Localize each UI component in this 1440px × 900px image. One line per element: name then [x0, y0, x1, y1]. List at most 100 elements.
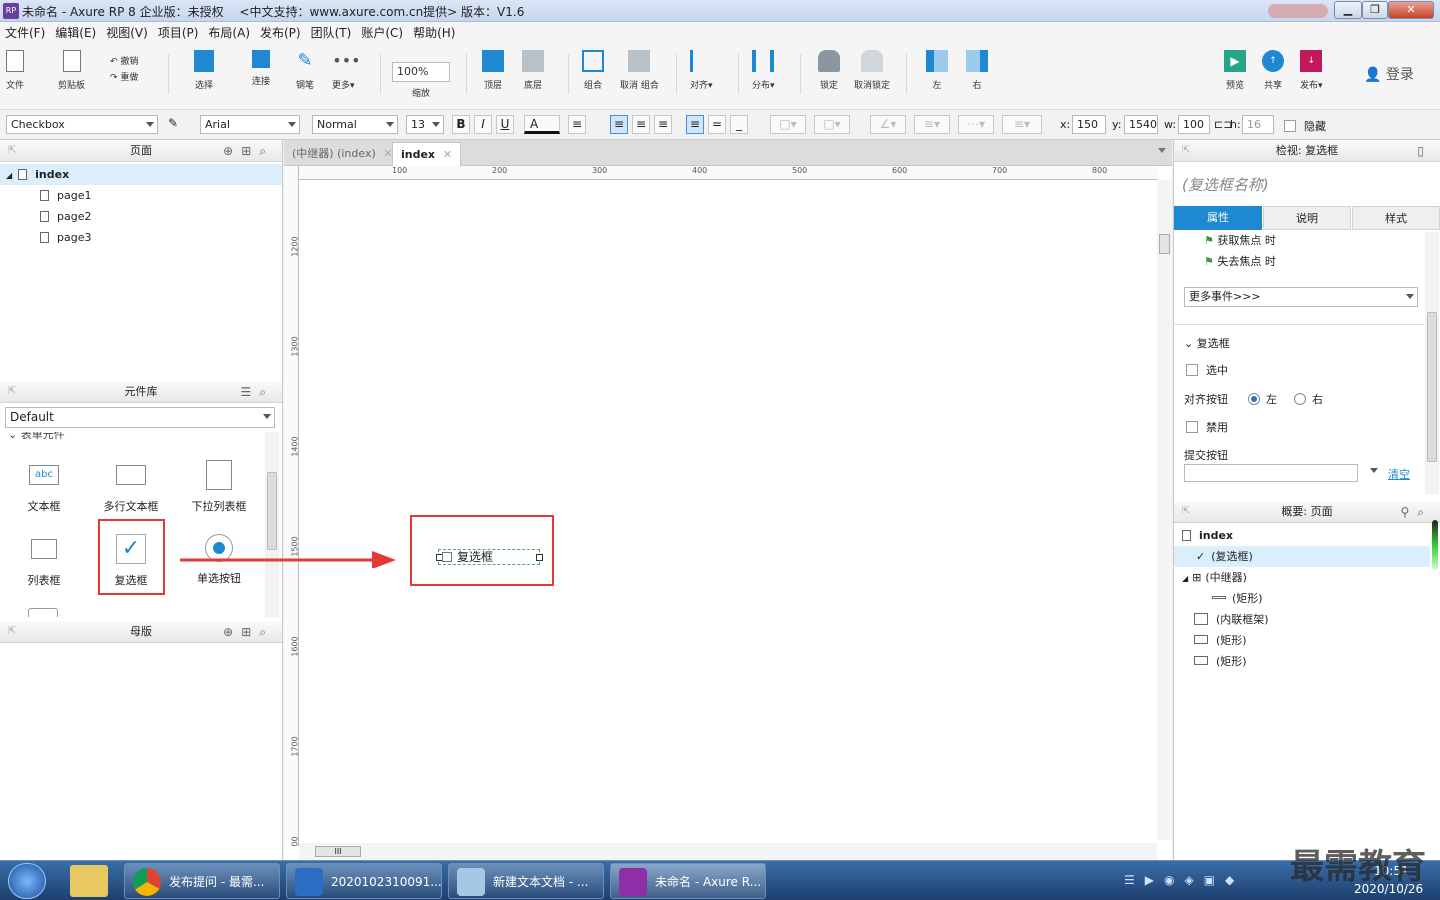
menu-edit[interactable]: 编辑(E): [50, 22, 101, 44]
outline-item-index[interactable]: index: [1182, 525, 1233, 546]
y-input[interactable]: 1540: [1124, 115, 1158, 134]
fill-color-button[interactable]: □▾: [770, 115, 806, 134]
ungroup-button[interactable]: 取消 组合: [620, 50, 659, 91]
zoom-select[interactable]: 100%: [392, 62, 450, 82]
taskbar-word[interactable]: 2020102310091...: [286, 863, 442, 899]
tab-index[interactable]: index ✕: [392, 142, 462, 166]
event-blur[interactable]: ⚑ 失去焦点 时: [1204, 253, 1276, 269]
minimize-button[interactable]: ▁: [1334, 1, 1362, 19]
widget-textarea[interactable]: 多行文本框: [91, 460, 171, 514]
unlock-button[interactable]: 取消锁定: [854, 50, 890, 91]
tab-repeater[interactable]: (中继器) (index) ✕: [284, 142, 400, 166]
taskbar-chrome[interactable]: 发布提问 - 最需...: [124, 863, 280, 899]
menu-file[interactable]: 文件(F): [0, 22, 50, 44]
library-header-icons[interactable]: ☰⌕: [241, 381, 274, 403]
line-style-button[interactable]: ⋯▾: [958, 115, 994, 134]
submit-button-input[interactable]: [1184, 464, 1358, 482]
taskbar-notepad[interactable]: 新建文本文档 - ...: [448, 863, 604, 899]
tray-icons[interactable]: ☰▶◉◈▣◆: [1124, 873, 1304, 889]
tab-style[interactable]: 样式: [1352, 206, 1440, 230]
shadow-button[interactable]: □▾: [814, 115, 850, 134]
disabled-option[interactable]: 禁用: [1186, 419, 1228, 435]
outline-item-iframe[interactable]: (内联框架): [1194, 609, 1269, 630]
more-tools-button[interactable]: ••• 更多▾: [332, 50, 361, 91]
underline-button[interactable]: U: [496, 115, 514, 134]
font-style-select[interactable]: Normal: [312, 115, 398, 134]
pin-icon[interactable]: ⇱: [8, 381, 16, 403]
font-color-button[interactable]: A: [524, 115, 560, 134]
tab-properties[interactable]: 属性: [1174, 206, 1262, 230]
widget-dropdown[interactable]: 下拉列表框: [179, 460, 259, 514]
page-item-index[interactable]: ◢ index: [0, 164, 282, 185]
file-button[interactable]: 文件: [6, 50, 24, 91]
line-color-button[interactable]: ∠▾: [870, 115, 906, 134]
outline-item-checkbox[interactable]: ✓ (复选框): [1174, 546, 1430, 567]
x-input[interactable]: 150: [1072, 115, 1106, 134]
widget-textbox[interactable]: abc 文本框: [4, 460, 84, 514]
italic-button[interactable]: I: [474, 115, 492, 134]
outline-item-repeater[interactable]: ◢ ⊞ (中继器): [1182, 567, 1247, 588]
page-item-page1[interactable]: page1: [40, 185, 91, 206]
outline-filter-search-icons[interactable]: ⚲⌕: [1400, 501, 1432, 523]
lock-button[interactable]: 锁定: [818, 50, 840, 91]
left-button[interactable]: 左: [926, 50, 948, 91]
w-input[interactable]: 100: [1178, 115, 1210, 134]
pages-header-icons[interactable]: ⊕⊞⌕: [223, 140, 274, 162]
align-right-radio[interactable]: 右: [1294, 391, 1323, 407]
send-to-back-button[interactable]: 底层: [522, 50, 544, 91]
outline-item-rect-2[interactable]: (矩形): [1194, 651, 1247, 672]
line-width-button[interactable]: ≡▾: [914, 115, 950, 134]
menu-publish[interactable]: 发布(P): [255, 22, 306, 44]
widget-name-input[interactable]: (复选框名称): [1182, 174, 1269, 195]
align-left-button[interactable]: ≡: [610, 115, 628, 134]
event-focus[interactable]: ⚑ 获取焦点 时: [1204, 232, 1276, 248]
outline-item-rect-1[interactable]: (矩形): [1194, 630, 1247, 651]
menu-layout[interactable]: 布局(A): [203, 22, 255, 44]
bold-button[interactable]: B: [452, 115, 470, 134]
bullet-button[interactable]: ≡: [568, 115, 586, 134]
valign-top-button[interactable]: ≡: [686, 115, 704, 134]
valign-bottom-button[interactable]: _: [730, 115, 748, 134]
align-center-button[interactable]: ≡: [632, 115, 650, 134]
h-input[interactable]: 16: [1242, 115, 1274, 134]
maximize-button[interactable]: ❐: [1362, 1, 1388, 19]
align-left-radio[interactable]: 左: [1248, 391, 1277, 407]
redo-button[interactable]: ↷ 重做: [110, 70, 138, 83]
inspector-scrollbar[interactable]: [1425, 232, 1439, 494]
library-select[interactable]: Default: [5, 407, 275, 428]
valign-middle-button[interactable]: =: [708, 115, 726, 134]
hide-checkbox[interactable]: 隐藏: [1284, 118, 1326, 134]
widget-type-select[interactable]: Checkbox: [6, 115, 158, 134]
menu-project[interactable]: 项目(P): [153, 22, 204, 44]
select-tool[interactable]: 选择: [194, 50, 214, 91]
pin-icon[interactable]: ⇱: [8, 140, 16, 162]
checkbox-section-header[interactable]: ⌄ 复选框: [1184, 335, 1230, 351]
distribute-button[interactable]: 分布▾: [752, 50, 775, 91]
canvas-vertical-scrollbar[interactable]: [1157, 180, 1172, 840]
chevron-down-icon[interactable]: [1370, 468, 1378, 473]
taskbar-axure[interactable]: 未命名 - Axure R...: [610, 863, 766, 899]
align-button[interactable]: 对齐▾: [690, 50, 713, 91]
style-editor-icon[interactable]: ✎: [164, 115, 182, 134]
outline-scrollbar[interactable]: [1432, 520, 1438, 570]
widget-listbox[interactable]: 列表框: [4, 534, 84, 588]
menu-help[interactable]: 帮助(H): [408, 22, 460, 44]
menu-view[interactable]: 视图(V): [101, 22, 153, 44]
close-icon[interactable]: ✕: [443, 148, 452, 161]
group-button[interactable]: 组合: [582, 50, 604, 91]
canvas-horizontal-scrollbar[interactable]: III: [299, 843, 1157, 860]
notes-icon[interactable]: ▯: [1417, 140, 1432, 162]
pin-icon[interactable]: ⇱: [1182, 501, 1190, 523]
pen-tool[interactable]: ✎ 钢笔: [294, 50, 316, 91]
page-item-page3[interactable]: page3: [40, 227, 91, 248]
library-scrollbar[interactable]: [265, 432, 279, 617]
menu-team[interactable]: 团队(T): [306, 22, 357, 44]
share-button[interactable]: ↑ 共享: [1262, 50, 1284, 91]
outline-item-rect-child[interactable]: (矩形): [1212, 588, 1263, 609]
masters-header-icons[interactable]: ⊕⊞⌕: [223, 621, 274, 643]
align-right-button[interactable]: ≡: [654, 115, 672, 134]
arrow-style-button[interactable]: ≡▾: [1002, 115, 1042, 134]
clipboard-button[interactable]: 剪贴板: [58, 50, 85, 91]
menu-account[interactable]: 账户(C): [356, 22, 408, 44]
start-button[interactable]: [8, 863, 46, 899]
